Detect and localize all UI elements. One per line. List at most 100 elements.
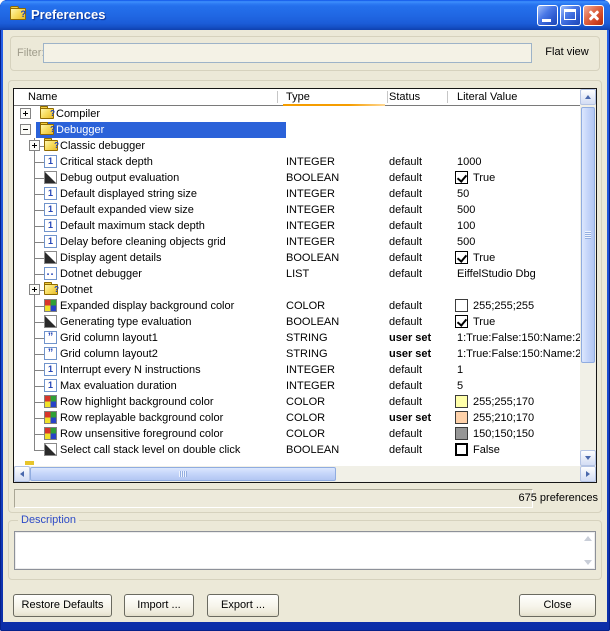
horizontal-scrollbar-thumb[interactable] <box>30 467 336 481</box>
scroll-up-button[interactable] <box>580 89 596 105</box>
color-type-icon <box>44 299 57 312</box>
type-cell: INTEGER <box>286 234 335 250</box>
table-row[interactable]: Debug output evaluationBOOLEANdefaultTru… <box>14 170 580 186</box>
expand-icon[interactable] <box>20 108 31 119</box>
thumb-grip <box>585 231 591 239</box>
textarea-down-icon <box>584 560 592 565</box>
value-cell: True <box>473 170 495 186</box>
table-row[interactable]: 1Delay before cleaning objects gridINTEG… <box>14 234 580 250</box>
type-cell: BOOLEAN <box>286 170 339 186</box>
table-row[interactable]: ?Dotnet <box>14 282 580 298</box>
maximize-button[interactable] <box>560 5 581 26</box>
table-row[interactable]: 1Default expanded view sizeINTEGERdefaul… <box>14 202 580 218</box>
horizontal-scrollbar[interactable] <box>14 466 596 482</box>
table-row[interactable]: 1Default maximum stack depthINTEGERdefau… <box>14 218 580 234</box>
color-swatch <box>455 395 468 408</box>
table-row[interactable]: 1Interrupt every N instructionsINTEGERde… <box>14 362 580 378</box>
table-row[interactable]: Select call stack level on double click B… <box>14 442 580 458</box>
tree-line <box>34 258 44 259</box>
type-cell: INTEGER <box>286 202 335 218</box>
integer-type-icon: 1 <box>44 219 57 232</box>
value-cell: 1:True:False:150:Name:2: <box>457 330 580 346</box>
titlebar[interactable]: ? Preferences <box>0 0 610 30</box>
table-row[interactable]: 1Default displayed string sizeINTEGERdef… <box>14 186 580 202</box>
row-name: Default expanded view size <box>60 202 194 218</box>
row-name: Select call stack level on double click <box>60 442 240 458</box>
check-icon <box>457 252 467 263</box>
tree-line <box>34 306 44 307</box>
table-row[interactable]: ..Dotnet debuggerLISTdefaultEiffelStudio… <box>14 266 580 282</box>
type-cell: COLOR <box>286 410 325 426</box>
filter-input[interactable] <box>43 43 532 63</box>
type-cell: COLOR <box>286 298 325 314</box>
column-header-literal-value[interactable]: Literal Value <box>457 90 517 105</box>
table-row[interactable]: Expanded display background colorCOLORde… <box>14 298 580 314</box>
vertical-scrollbar[interactable] <box>580 89 596 466</box>
integer-type-icon: 1 <box>44 187 57 200</box>
type-cell: BOOLEAN <box>286 442 339 458</box>
type-cell: INTEGER <box>286 362 335 378</box>
expand-icon[interactable] <box>29 284 40 295</box>
value-checkbox[interactable] <box>455 443 468 456</box>
table-row[interactable]: ”Grid column layout2STRINGuser set1:True… <box>14 346 580 362</box>
expand-icon[interactable] <box>29 140 40 151</box>
table-row[interactable]: ”Grid column layout1STRINGuser set1:True… <box>14 330 580 346</box>
question-mark-glyph: ? <box>54 141 59 150</box>
table-row[interactable]: 1Max evaluation durationINTEGERdefault5 <box>14 378 580 394</box>
table-row[interactable]: Generating type evaluationBOOLEANdefault… <box>14 314 580 330</box>
table-row[interactable]: ?Classic debugger <box>14 138 580 154</box>
status-cell: user set <box>389 410 431 426</box>
integer-type-icon: 1 <box>44 363 57 376</box>
tree-line <box>34 210 44 211</box>
vertical-scrollbar-thumb[interactable] <box>581 107 595 363</box>
restore-defaults-button[interactable]: Restore Defaults <box>13 594 112 617</box>
table-row[interactable]: Row replayable background colorCOLORuser… <box>14 410 580 426</box>
column-header-type[interactable]: Type <box>286 90 310 105</box>
value-checkbox[interactable] <box>455 171 468 184</box>
scroll-down-button[interactable] <box>580 450 596 466</box>
flat-view-button[interactable]: Flat view <box>538 46 596 58</box>
minimize-button[interactable] <box>537 5 558 26</box>
table-row[interactable]: ?Compiler <box>14 106 580 122</box>
row-name: Classic debugger <box>60 138 145 154</box>
scroll-right-button[interactable] <box>580 466 596 482</box>
table-row[interactable]: Row unsensitive foreground colorCOLORdef… <box>14 426 580 442</box>
column-separator[interactable] <box>277 91 278 103</box>
integer-type-icon: 1 <box>44 203 57 216</box>
table-row[interactable]: 1Critical stack depthINTEGERdefault1000 <box>14 154 580 170</box>
tree-line <box>34 450 44 451</box>
type-cell: INTEGER <box>286 186 335 202</box>
status-cell: default <box>389 266 422 282</box>
export-button[interactable]: Export ... <box>207 594 279 617</box>
partial-next-row <box>25 461 34 465</box>
row-name: Debugger <box>56 122 104 138</box>
close-dialog-button[interactable]: Close <box>519 594 596 617</box>
column-header-name[interactable]: Name <box>28 90 57 105</box>
value-cell: 5 <box>457 378 463 394</box>
tree-line <box>34 242 44 243</box>
column-separator[interactable] <box>447 91 448 103</box>
column-separator[interactable] <box>387 91 388 103</box>
check-icon <box>457 316 467 327</box>
table-row[interactable]: Row highlight background colorCOLORdefau… <box>14 394 580 410</box>
preferences-count: 675 preferences <box>440 492 598 504</box>
import-button[interactable]: Import ... <box>124 594 194 617</box>
value-checkbox[interactable] <box>455 251 468 264</box>
close-window-button[interactable] <box>583 5 604 26</box>
scroll-left-button[interactable] <box>14 466 30 482</box>
value-checkbox[interactable] <box>455 315 468 328</box>
table-row[interactable]: ?Debugger <box>14 122 580 138</box>
color-swatch <box>455 411 468 424</box>
status-cell: default <box>389 362 422 378</box>
tree-line <box>34 386 44 387</box>
textarea-up-icon <box>584 536 592 541</box>
table-row[interactable]: Display agent detailsBOOLEANdefaultTrue <box>14 250 580 266</box>
description-textarea[interactable] <box>14 531 596 570</box>
boolean-type-icon <box>44 251 57 264</box>
collapse-icon[interactable] <box>20 124 31 135</box>
window-title: Preferences <box>31 0 105 30</box>
boolean-type-icon <box>44 171 57 184</box>
tree-line <box>34 418 44 419</box>
column-header-status[interactable]: Status <box>389 90 420 105</box>
row-name: Default displayed string size <box>60 186 197 202</box>
